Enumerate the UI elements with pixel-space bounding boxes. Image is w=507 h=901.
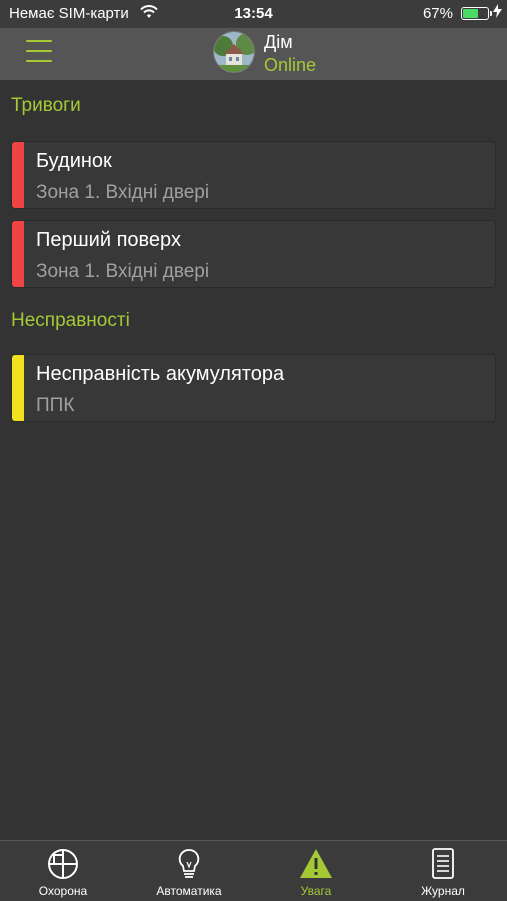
- journal-icon: [380, 847, 506, 881]
- tab-label: Журнал: [421, 884, 465, 898]
- tab-label: Увага: [300, 884, 332, 898]
- alarm-item-title: Будинок: [36, 150, 112, 172]
- alarm-indicator: [12, 221, 24, 287]
- hamburger-icon[interactable]: [26, 40, 52, 66]
- tab-bar: Охорона Автоматика Увага Журнал: [0, 840, 507, 901]
- battery-percent: 67%: [422, 5, 453, 22]
- avatar[interactable]: [213, 31, 255, 73]
- fault-item[interactable]: Несправність акумулятора ППК: [11, 354, 496, 422]
- alarm-indicator: [12, 142, 24, 208]
- alarm-item-subtitle: Зона 1. Вхідні двері: [36, 182, 210, 203]
- status-bar: Немає SIM-карти 13:54 67%: [0, 0, 507, 28]
- lightbulb-icon: [126, 847, 252, 881]
- tab-automation[interactable]: Автоматика: [126, 841, 252, 901]
- charging-bolt-icon: [493, 4, 502, 22]
- battery-level: [463, 9, 478, 18]
- section-title-faults: Несправності: [11, 310, 130, 331]
- shield-grid-icon: [0, 847, 126, 881]
- fault-item-title: Несправність акумулятора: [36, 363, 285, 385]
- tab-attention[interactable]: Увага: [253, 841, 379, 901]
- alarm-item-subtitle: Зона 1. Вхідні двері: [36, 261, 210, 282]
- alarm-item-title: Перший поверх: [36, 229, 181, 251]
- tab-journal[interactable]: Журнал: [380, 841, 506, 901]
- alarm-item[interactable]: Перший поверх Зона 1. Вхідні двері: [11, 220, 496, 288]
- navigation-bar: Дім Online: [0, 28, 507, 80]
- connection-status: Online: [264, 55, 317, 75]
- tab-security[interactable]: Охорона: [0, 841, 126, 901]
- warning-icon: [253, 847, 379, 881]
- alarm-item[interactable]: Будинок Зона 1. Вхідні двері: [11, 141, 496, 209]
- fault-item-subtitle: ППК: [36, 395, 75, 416]
- battery-icon: [461, 7, 492, 20]
- fault-indicator: [12, 355, 24, 421]
- section-title-alarms: Тривоги: [11, 95, 81, 116]
- tab-label: Автоматика: [156, 884, 222, 898]
- device-name: Дім: [264, 32, 293, 52]
- tab-label: Охорона: [38, 884, 88, 898]
